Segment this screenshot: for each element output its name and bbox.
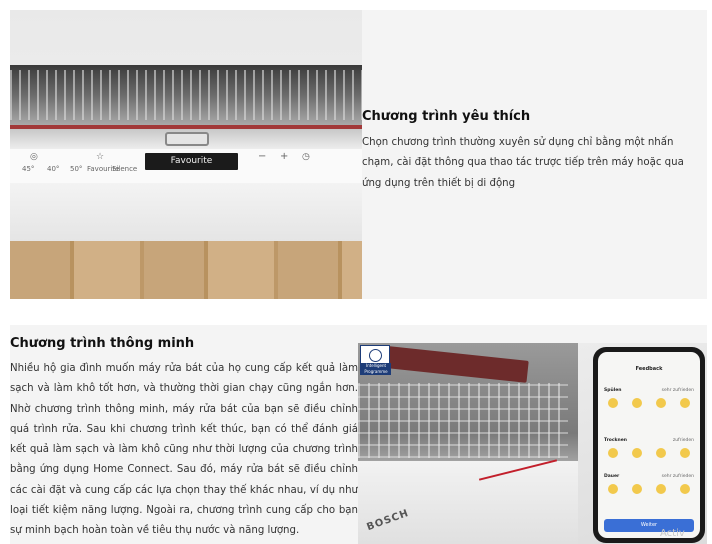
smiley-icon[interactable] xyxy=(680,484,690,494)
feedback-title: Feedback xyxy=(635,366,663,372)
watermark: Activ xyxy=(660,528,685,539)
panel-display: Favourite xyxy=(145,153,238,170)
head-icon xyxy=(369,349,382,362)
phone-screen: Feedback Spülen sehr zufrieden Trocknen … xyxy=(598,352,700,538)
section-title: Chương trình thông minh xyxy=(10,336,195,351)
plus-icon: + xyxy=(280,151,289,162)
dishwasher-door xyxy=(10,183,362,241)
dishwasher-door xyxy=(358,461,578,544)
feedback-row-rating: sehr zufrieden xyxy=(661,474,694,479)
smiley-icon[interactable] xyxy=(656,448,666,458)
badge-label: Intelligent Programme xyxy=(361,363,391,375)
dishwasher-open: BOSCH xyxy=(358,343,578,544)
panel-label: 50° xyxy=(70,165,83,173)
feedback-row-label: Trocknen xyxy=(604,438,628,443)
dish-icon: ◎ xyxy=(30,152,38,162)
door-handle xyxy=(165,132,209,146)
panel-label: 45° xyxy=(22,165,35,173)
smiley-icon[interactable] xyxy=(656,484,666,494)
smiley-icon[interactable] xyxy=(608,484,618,494)
panel-label: 40° xyxy=(47,165,60,173)
smart-programme-image: BOSCH Intelligent Programme Feedback Spü… xyxy=(358,343,707,544)
feedback-row-rating: zufrieden xyxy=(672,438,694,443)
star-icon: ☆ xyxy=(96,152,105,162)
feedback-row-label: Spülen xyxy=(604,388,622,393)
smart-programme-section: Chương trình thông minh Nhiều hộ gia đìn… xyxy=(10,325,707,544)
section-description: Nhiều hộ gia đình muốn máy rửa bát của h… xyxy=(10,363,358,537)
timer-icon: ◷ xyxy=(302,152,310,162)
favourite-dishwasher-image: 45° 40° 50° Favourite Silence − + ◷ ☆ ◎ … xyxy=(10,10,362,299)
smiley-icon[interactable] xyxy=(680,448,690,458)
smiley-icon[interactable] xyxy=(608,448,618,458)
smiley-icon[interactable] xyxy=(656,398,666,408)
feedback-row-label: Dauer xyxy=(604,474,620,479)
dish-basket xyxy=(358,383,568,458)
smiley-icon[interactable] xyxy=(632,398,642,408)
smiley-icon[interactable] xyxy=(680,398,690,408)
section-description: Chọn chương trình thường xuyên sử dụng c… xyxy=(362,137,684,189)
wood-floor xyxy=(10,241,362,299)
dish-rack xyxy=(10,70,362,120)
section-title: Chương trình yêu thích xyxy=(362,109,531,124)
smiley-icon[interactable] xyxy=(632,448,642,458)
minus-icon: − xyxy=(258,151,267,162)
smiley-icon[interactable] xyxy=(608,398,618,408)
feedback-row-rating: sehr zufrieden xyxy=(661,388,694,393)
smiley-icon[interactable] xyxy=(632,484,642,494)
spray-arm xyxy=(377,345,529,383)
favourite-section: 45° 40° 50° Favourite Silence − + ◷ ☆ ◎ … xyxy=(10,10,707,299)
smartphone: Feedback Spülen sehr zufrieden Trocknen … xyxy=(593,347,705,543)
intelligent-programme-badge: Intelligent Programme xyxy=(360,345,391,375)
panel-label: Silence xyxy=(112,165,138,173)
